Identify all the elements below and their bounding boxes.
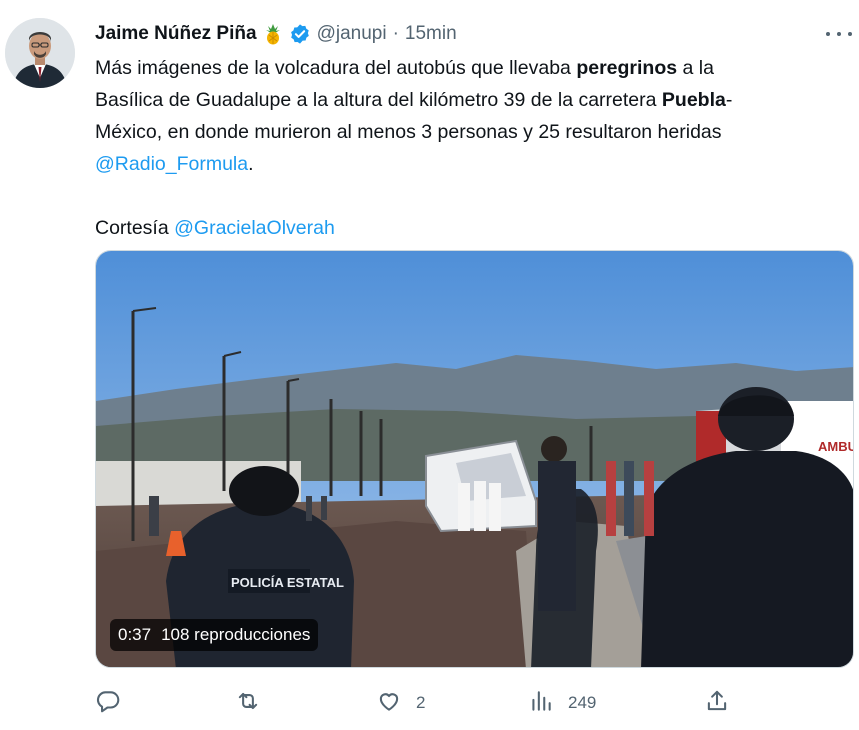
- tweet-text-segment: .: [248, 153, 254, 175]
- like-button[interactable]: 2: [376, 688, 425, 718]
- retweet-icon: [235, 688, 261, 719]
- tweet-header: Jaime Núñez Piña @janupi · 15min: [95, 20, 457, 48]
- tweet-line-4: @Radio_Formula.: [95, 148, 855, 180]
- video-player[interactable]: AMBU POLICÍA ESTATAL 0:37 108 reproducci…: [95, 250, 854, 668]
- video-views: 108 reproducciones: [161, 625, 311, 644]
- hashtag-bold-peregrinos: peregrinos: [576, 57, 678, 79]
- like-count: 2: [416, 693, 426, 712]
- more-icon[interactable]: [826, 26, 852, 42]
- tweet-line-credit: Cortesía @GracielaOlverah: [95, 212, 855, 244]
- tweet-text: Más imágenes de la volcadura del autobús…: [95, 52, 855, 244]
- tweet-text-segment: Basílica de Guadalupe a la altura del ki…: [95, 89, 662, 111]
- tweet-text-segment: a la: [677, 57, 714, 79]
- retweet-button[interactable]: [235, 688, 275, 718]
- credit-label: Cortesía: [95, 217, 175, 239]
- reply-icon: [95, 688, 121, 719]
- tweet-text-segment: Más imágenes de la volcadura del autobús…: [95, 57, 577, 79]
- author-handle[interactable]: @janupi: [317, 23, 387, 45]
- author-name[interactable]: Jaime Núñez Piña: [95, 23, 257, 45]
- share-button[interactable]: [704, 688, 730, 718]
- tweet-line-1: Más imágenes de la volcadura del autobús…: [95, 52, 855, 84]
- views-button[interactable]: 249: [528, 688, 596, 718]
- mention-graciela-olverah[interactable]: @GracielaOlverah: [174, 217, 335, 239]
- pineapple-emoji: [263, 23, 283, 45]
- video-duration-badge: 0:37 108 reproducciones: [110, 619, 319, 651]
- video-thumbnail: AMBU POLICÍA ESTATAL: [96, 251, 854, 667]
- tweet[interactable]: Jaime Núñez Piña @janupi · 15min Más imá…: [0, 0, 859, 730]
- ambulance-text: AMBU: [818, 439, 854, 454]
- header-separator: ·: [392, 23, 399, 44]
- views-count: 249: [568, 693, 597, 712]
- bold-puebla: Puebla: [661, 89, 726, 111]
- tweet-line-2: Basílica de Guadalupe a la altura del ki…: [95, 84, 855, 116]
- avatar[interactable]: [5, 18, 75, 88]
- mention-radio-formula[interactable]: @Radio_Formula: [95, 153, 248, 175]
- paragraph-break: [95, 180, 855, 212]
- reply-button[interactable]: [95, 688, 135, 718]
- tweet-actions: 2 249: [95, 688, 735, 718]
- share-icon: [704, 688, 730, 719]
- views-icon: [528, 688, 554, 719]
- like-icon: [376, 688, 402, 719]
- tweet-line-3: México, en donde murieron al menos 3 per…: [95, 121, 722, 143]
- avatar-photo: [5, 18, 75, 88]
- tweet-time[interactable]: 15min: [405, 23, 457, 45]
- video-duration: 0:37: [118, 625, 152, 644]
- tweet-text-segment: -: [725, 89, 733, 111]
- vest-text: POLICÍA ESTATAL: [231, 575, 344, 590]
- verified-icon: [289, 23, 311, 45]
